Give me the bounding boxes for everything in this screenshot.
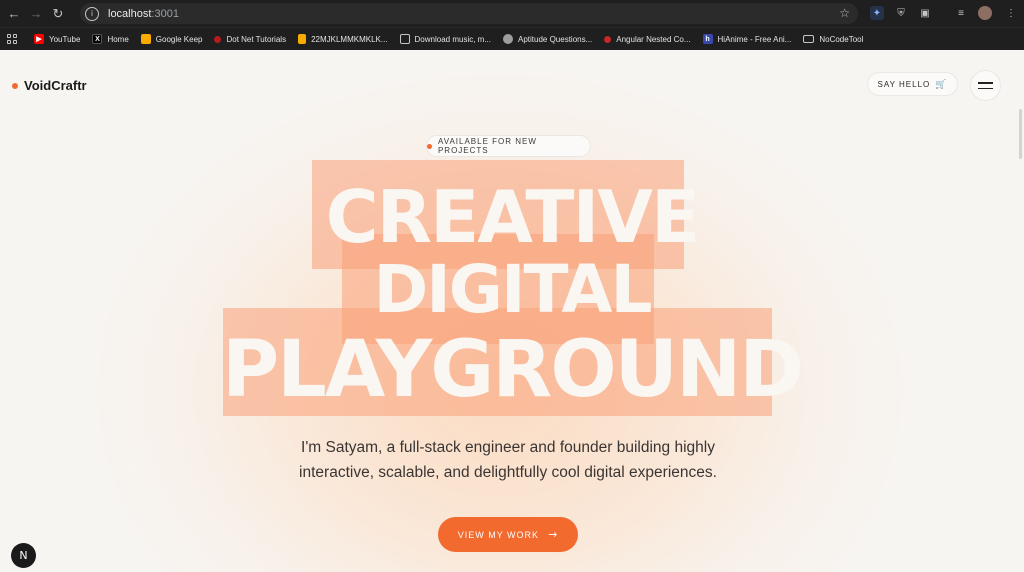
music-icon bbox=[399, 34, 410, 44]
page-viewport: VoidCraftr SAY HELLO 🛒 AVAILABLE FOR NEW… bbox=[0, 51, 1024, 572]
browser-toolbar: ← → ↻ i localhost:3001 ☆ ✦ ⛨ ▣ ≡ ⋮ bbox=[0, 0, 1024, 27]
brand-dot-icon bbox=[12, 82, 18, 89]
nextjs-devtools-icon[interactable]: N bbox=[11, 543, 36, 568]
bookmark-angular[interactable]: Angular Nested Co... bbox=[604, 35, 691, 44]
bookmark-google-keep[interactable]: Google Keep bbox=[140, 34, 202, 44]
reload-button[interactable]: ↻ bbox=[47, 3, 69, 25]
bookmark-hianime[interactable]: h HiAnime - Free Ani... bbox=[702, 34, 791, 44]
brand-name: VoidCraftr bbox=[24, 78, 87, 93]
bookmark-aptitude[interactable]: Aptitude Questions... bbox=[503, 34, 592, 44]
scrollbar[interactable] bbox=[1019, 109, 1022, 159]
x-icon: X bbox=[92, 34, 103, 44]
hero-title-line-2: DIGITAL bbox=[373, 251, 652, 328]
apps-grid-icon[interactable] bbox=[7, 34, 17, 44]
status-dot-icon bbox=[427, 143, 432, 149]
bookmark-nocodetool[interactable]: NoCodeTool bbox=[803, 35, 863, 44]
bookmark-dot-net-tutorials[interactable]: Dot Net Tutorials bbox=[214, 35, 286, 44]
brand-logo[interactable]: VoidCraftr bbox=[12, 78, 87, 93]
angular-icon bbox=[604, 35, 612, 43]
bookmark-youtube[interactable]: ▶ YouTube bbox=[34, 34, 80, 44]
hamburger-menu-button[interactable] bbox=[970, 70, 1001, 101]
site-info-icon[interactable]: i bbox=[85, 6, 99, 21]
say-hello-button[interactable]: SAY HELLO 🛒 bbox=[867, 72, 958, 96]
extensions-puzzle-icon[interactable]: ▣ bbox=[918, 6, 932, 20]
profile-avatar[interactable] bbox=[978, 6, 992, 20]
folder-icon bbox=[803, 35, 815, 43]
extension-shield-icon[interactable]: ⛨ bbox=[894, 6, 908, 20]
hero-title-line-3: PLAYGROUND bbox=[221, 325, 804, 415]
forward-button[interactable]: → bbox=[25, 3, 47, 25]
file-icon bbox=[298, 34, 307, 44]
availability-badge: AVAILABLE FOR NEW PROJECTS bbox=[426, 135, 591, 157]
cta-label: VIEW MY WORK bbox=[457, 529, 540, 540]
bookmarks-bar: ▶ YouTube X Home Google Keep Dot Net Tutor… bbox=[0, 27, 1024, 50]
address-bar[interactable]: i localhost:3001 ☆ bbox=[80, 3, 858, 24]
view-my-work-button[interactable]: VIEW MY WORK → bbox=[438, 517, 578, 552]
back-button[interactable]: ← bbox=[3, 3, 25, 25]
url-text: localhost:3001 bbox=[108, 7, 179, 20]
hero-title-line-1: CREATIVE bbox=[325, 175, 700, 259]
cart-icon: 🛒 bbox=[935, 78, 948, 89]
bookmark-home[interactable]: X Home bbox=[92, 34, 129, 44]
badge-label: AVAILABLE FOR NEW PROJECTS bbox=[437, 137, 537, 155]
arrow-right-icon: → bbox=[548, 528, 559, 541]
keep-icon bbox=[140, 34, 151, 44]
extension-gemini-icon[interactable]: ✦ bbox=[870, 6, 884, 20]
brain-icon bbox=[503, 34, 513, 44]
say-hello-label: SAY HELLO bbox=[877, 79, 931, 89]
bookmark-file[interactable]: 22MJKLMMKMKLK... bbox=[298, 34, 388, 44]
browser-menu-icon[interactable]: ⋮ bbox=[1004, 6, 1018, 20]
bookmark-download-music[interactable]: Download music, m... bbox=[399, 34, 491, 44]
anime-icon: h bbox=[702, 34, 713, 44]
reading-list-icon[interactable]: ≡ bbox=[954, 6, 968, 20]
hero-subtitle: I'm Satyam, a full-stack engineer and fo… bbox=[299, 439, 717, 481]
dotnet-icon bbox=[214, 35, 222, 43]
youtube-icon: ▶ bbox=[34, 34, 44, 44]
bookmark-star-icon[interactable]: ☆ bbox=[839, 6, 850, 20]
